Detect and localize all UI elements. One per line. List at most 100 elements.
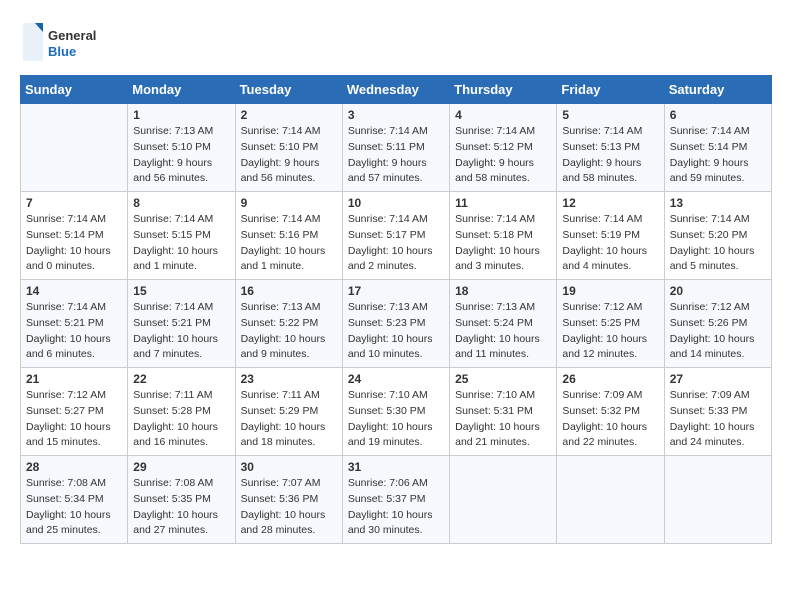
calendar-cell: 9 Sunrise: 7:14 AMSunset: 5:16 PMDaylight… xyxy=(235,192,342,280)
day-info: Sunrise: 7:14 AMSunset: 5:16 PMDaylight:… xyxy=(241,212,337,275)
calendar-cell: 27 Sunrise: 7:09 AMSunset: 5:33 PMDayligh… xyxy=(664,368,771,456)
calendar-cell: 20 Sunrise: 7:12 AMSunset: 5:26 PMDayligh… xyxy=(664,280,771,368)
day-info: Sunrise: 7:09 AMSunset: 5:32 PMDaylight:… xyxy=(562,388,658,451)
week-row-3: 14 Sunrise: 7:14 AMSunset: 5:21 PMDayligh… xyxy=(21,280,772,368)
day-info: Sunrise: 7:11 AMSunset: 5:28 PMDaylight:… xyxy=(133,388,229,451)
day-number: 4 xyxy=(455,108,551,122)
day-number: 25 xyxy=(455,372,551,386)
header-day-wednesday: Wednesday xyxy=(342,76,449,104)
logo: General Blue xyxy=(20,20,110,65)
calendar-cell xyxy=(450,456,557,544)
day-info: Sunrise: 7:14 AMSunset: 5:19 PMDaylight:… xyxy=(562,212,658,275)
day-number: 14 xyxy=(26,284,122,298)
day-number: 24 xyxy=(348,372,444,386)
calendar-cell: 15Sunrise: 7:14 AMSunset: 5:21 PMDayligh… xyxy=(128,280,235,368)
day-number: 6 xyxy=(670,108,766,122)
header-row: SundayMondayTuesdayWednesdayThursdayFrid… xyxy=(21,76,772,104)
calendar-cell: 1 Sunrise: 7:13 AMSunset: 5:10 PMDaylight… xyxy=(128,104,235,192)
calendar-cell xyxy=(664,456,771,544)
day-info: Sunrise: 7:14 AMSunset: 5:10 PMDaylight:… xyxy=(241,124,337,187)
calendar-cell: 13 Sunrise: 7:14 AMSunset: 5:20 PMDayligh… xyxy=(664,192,771,280)
logo-svg: General Blue xyxy=(20,20,110,65)
week-row-5: 28 Sunrise: 7:08 AMSunset: 5:34 PMDayligh… xyxy=(21,456,772,544)
calendar-cell: 11 Sunrise: 7:14 AMSunset: 5:18 PMDayligh… xyxy=(450,192,557,280)
calendar-cell: 23 Sunrise: 7:11 AMSunset: 5:29 PMDayligh… xyxy=(235,368,342,456)
calendar-cell: 28 Sunrise: 7:08 AMSunset: 5:34 PMDayligh… xyxy=(21,456,128,544)
week-row-4: 21 Sunrise: 7:12 AMSunset: 5:27 PMDayligh… xyxy=(21,368,772,456)
day-info: Sunrise: 7:14 AMSunset: 5:20 PMDaylight:… xyxy=(670,212,766,275)
day-number: 23 xyxy=(241,372,337,386)
day-number: 1 xyxy=(133,108,229,122)
day-number: 27 xyxy=(670,372,766,386)
day-info: Sunrise: 7:10 AMSunset: 5:31 PMDaylight:… xyxy=(455,388,551,451)
calendar-cell: 16Sunrise: 7:13 AMSunset: 5:22 PMDayligh… xyxy=(235,280,342,368)
calendar-cell: 24 Sunrise: 7:10 AMSunset: 5:30 PMDayligh… xyxy=(342,368,449,456)
day-number: 5 xyxy=(562,108,658,122)
day-info: Sunrise: 7:08 AMSunset: 5:34 PMDaylight:… xyxy=(26,476,122,539)
calendar-cell: 22 Sunrise: 7:11 AMSunset: 5:28 PMDayligh… xyxy=(128,368,235,456)
calendar-cell: 6 Sunrise: 7:14 AMSunset: 5:14 PMDaylight… xyxy=(664,104,771,192)
day-info: Sunrise: 7:08 AMSunset: 5:35 PMDaylight:… xyxy=(133,476,229,539)
day-number: 10 xyxy=(348,196,444,210)
day-info: Sunrise: 7:14 AMSunset: 5:21 PMDaylight:… xyxy=(26,300,122,363)
calendar-cell: 2 Sunrise: 7:14 AMSunset: 5:10 PMDaylight… xyxy=(235,104,342,192)
day-info: Sunrise: 7:14 AMSunset: 5:21 PMDaylight:… xyxy=(133,300,229,363)
day-info: Sunrise: 7:12 AMSunset: 5:27 PMDaylight:… xyxy=(26,388,122,451)
day-info: Sunrise: 7:14 AMSunset: 5:15 PMDaylight:… xyxy=(133,212,229,275)
calendar-cell: 30Sunrise: 7:07 AMSunset: 5:36 PMDayligh… xyxy=(235,456,342,544)
day-number: 12 xyxy=(562,196,658,210)
day-number: 11 xyxy=(455,196,551,210)
day-number: 26 xyxy=(562,372,658,386)
day-info: Sunrise: 7:12 AMSunset: 5:25 PMDaylight:… xyxy=(562,300,658,363)
day-number: 9 xyxy=(241,196,337,210)
day-number: 7 xyxy=(26,196,122,210)
day-number: 2 xyxy=(241,108,337,122)
day-number: 17 xyxy=(348,284,444,298)
calendar-cell: 4 Sunrise: 7:14 AMSunset: 5:12 PMDaylight… xyxy=(450,104,557,192)
day-info: Sunrise: 7:14 AMSunset: 5:12 PMDaylight:… xyxy=(455,124,551,187)
day-info: Sunrise: 7:13 AMSunset: 5:23 PMDaylight:… xyxy=(348,300,444,363)
day-info: Sunrise: 7:14 AMSunset: 5:17 PMDaylight:… xyxy=(348,212,444,275)
day-info: Sunrise: 7:07 AMSunset: 5:36 PMDaylight:… xyxy=(241,476,337,539)
calendar-cell: 7 Sunrise: 7:14 AMSunset: 5:14 PMDaylight… xyxy=(21,192,128,280)
day-info: Sunrise: 7:13 AMSunset: 5:24 PMDaylight:… xyxy=(455,300,551,363)
calendar-table: SundayMondayTuesdayWednesdayThursdayFrid… xyxy=(20,75,772,544)
day-info: Sunrise: 7:14 AMSunset: 5:18 PMDaylight:… xyxy=(455,212,551,275)
day-number: 18 xyxy=(455,284,551,298)
day-info: Sunrise: 7:12 AMSunset: 5:26 PMDaylight:… xyxy=(670,300,766,363)
day-info: Sunrise: 7:06 AMSunset: 5:37 PMDaylight:… xyxy=(348,476,444,539)
calendar-cell: 10 Sunrise: 7:14 AMSunset: 5:17 PMDayligh… xyxy=(342,192,449,280)
header-day-tuesday: Tuesday xyxy=(235,76,342,104)
day-info: Sunrise: 7:14 AMSunset: 5:11 PMDaylight:… xyxy=(348,124,444,187)
day-number: 28 xyxy=(26,460,122,474)
calendar-cell: 14 Sunrise: 7:14 AMSunset: 5:21 PMDayligh… xyxy=(21,280,128,368)
header-day-friday: Friday xyxy=(557,76,664,104)
header-day-saturday: Saturday xyxy=(664,76,771,104)
header-day-sunday: Sunday xyxy=(21,76,128,104)
day-number: 3 xyxy=(348,108,444,122)
header-day-monday: Monday xyxy=(128,76,235,104)
day-info: Sunrise: 7:09 AMSunset: 5:33 PMDaylight:… xyxy=(670,388,766,451)
calendar-cell: 26 Sunrise: 7:09 AMSunset: 5:32 PMDayligh… xyxy=(557,368,664,456)
day-info: Sunrise: 7:14 AMSunset: 5:14 PMDaylight:… xyxy=(670,124,766,187)
svg-text:General: General xyxy=(48,28,96,43)
calendar-cell: 8Sunrise: 7:14 AMSunset: 5:15 PMDaylight… xyxy=(128,192,235,280)
calendar-cell: 3 Sunrise: 7:14 AMSunset: 5:11 PMDaylight… xyxy=(342,104,449,192)
calendar-cell: 17 Sunrise: 7:13 AMSunset: 5:23 PMDayligh… xyxy=(342,280,449,368)
calendar-cell: 31 Sunrise: 7:06 AMSunset: 5:37 PMDayligh… xyxy=(342,456,449,544)
day-number: 21 xyxy=(26,372,122,386)
day-number: 19 xyxy=(562,284,658,298)
page-header: General Blue xyxy=(20,20,772,65)
calendar-cell: 12 Sunrise: 7:14 AMSunset: 5:19 PMDayligh… xyxy=(557,192,664,280)
calendar-cell: 29 Sunrise: 7:08 AMSunset: 5:35 PMDayligh… xyxy=(128,456,235,544)
day-info: Sunrise: 7:14 AMSunset: 5:14 PMDaylight:… xyxy=(26,212,122,275)
day-info: Sunrise: 7:11 AMSunset: 5:29 PMDaylight:… xyxy=(241,388,337,451)
day-number: 13 xyxy=(670,196,766,210)
day-info: Sunrise: 7:13 AMSunset: 5:22 PMDaylight:… xyxy=(241,300,337,363)
day-info: Sunrise: 7:10 AMSunset: 5:30 PMDaylight:… xyxy=(348,388,444,451)
day-number: 22 xyxy=(133,372,229,386)
day-number: 31 xyxy=(348,460,444,474)
day-number: 20 xyxy=(670,284,766,298)
day-number: 29 xyxy=(133,460,229,474)
day-info: Sunrise: 7:13 AMSunset: 5:10 PMDaylight:… xyxy=(133,124,229,187)
